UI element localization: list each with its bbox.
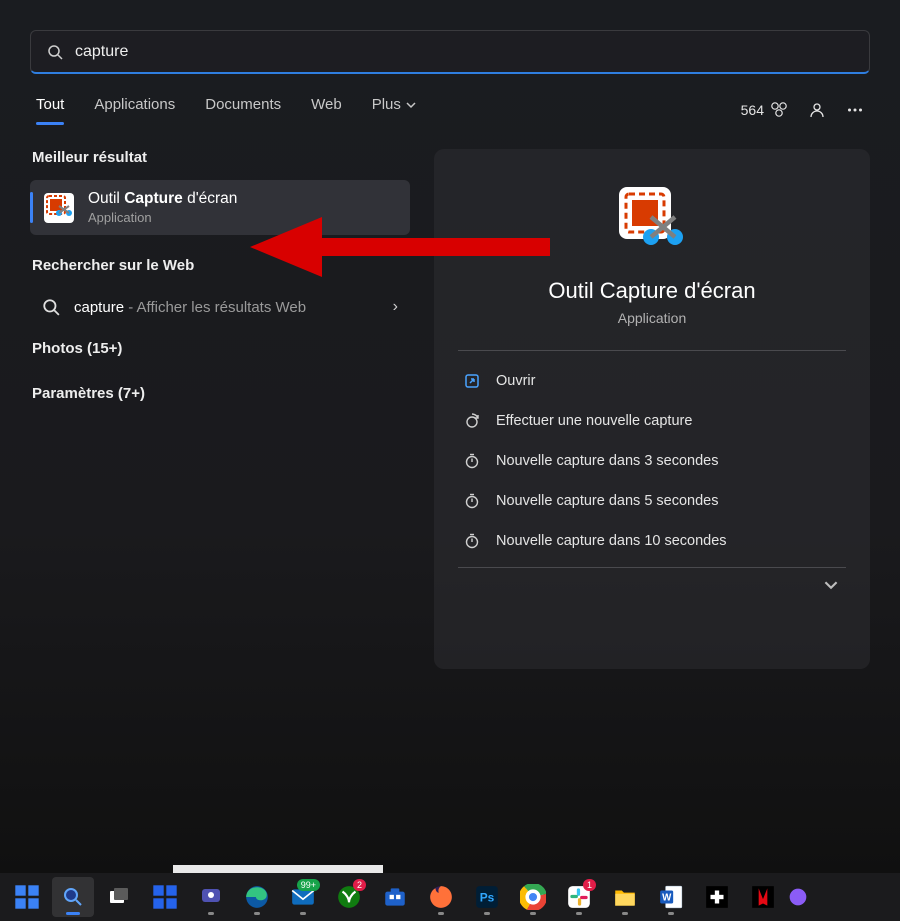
tab-all[interactable]: Tout [36,96,64,123]
action-capture-10s-label: Nouvelle capture dans 10 secondes [496,533,727,549]
windows-search-panel: Tout Applications Documents Web Plus 564 [0,0,900,880]
more-icon[interactable] [846,101,864,119]
web-search-item[interactable]: capture - Afficher les résultats Web › [30,288,410,326]
start-button[interactable] [6,877,48,917]
rewards-points[interactable]: 564 [741,101,788,119]
tab-web[interactable]: Web [311,96,342,123]
taskbar-netflix[interactable] [742,877,784,917]
taskbar-explorer[interactable] [604,877,646,917]
taskbar-search[interactable] [52,877,94,917]
svg-text:Ps: Ps [480,890,495,904]
taskbar-edge[interactable] [236,877,278,917]
taskbar-mail[interactable]: 99+ [282,877,324,917]
web-search-text: capture - Afficher les résultats Web [74,299,393,316]
rewards-icon [770,101,788,119]
capture-icon [462,411,482,431]
search-box[interactable] [30,30,870,74]
taskbar-app-o[interactable] [788,877,808,917]
category-photos[interactable]: Photos (15+) [30,326,410,371]
taskbar-widgets[interactable] [144,877,186,917]
chevron-down-icon[interactable] [820,574,842,601]
tab-documents[interactable]: Documents [205,96,281,123]
taskbar: 99+ 2 Ps 1 W [0,873,900,921]
action-capture-5s-label: Nouvelle capture dans 5 secondes [496,493,718,509]
snipping-tool-icon [42,191,76,225]
divider [458,350,846,351]
action-capture-10s[interactable]: Nouvelle capture dans 10 secondes [458,521,846,561]
best-result-heading: Meilleur résultat [32,149,410,166]
taskbar-photoshop[interactable]: Ps [466,877,508,917]
timer-5-icon [462,491,482,511]
tab-more-label: Plus [372,96,401,113]
search-input[interactable] [75,43,853,61]
detail-subtitle: Application [618,310,687,326]
taskbar-slack[interactable]: 1 [558,877,600,917]
taskbar-chat[interactable] [190,877,232,917]
web-heading: Rechercher sur le Web [32,257,410,274]
taskbar-taskview[interactable] [98,877,140,917]
open-icon [462,371,482,391]
action-capture-5s[interactable]: Nouvelle capture dans 5 secondes [458,481,846,521]
taskbar-word[interactable]: W [650,877,692,917]
taskbar-app-plus[interactable] [696,877,738,917]
best-result-item[interactable]: Outil Capture d'écran Application [30,180,410,235]
filter-tabs: Tout Applications Documents Web Plus 564 [30,96,870,123]
expand-row [458,567,846,607]
window-preview [173,865,383,873]
chevron-down-icon [406,100,416,110]
category-settings[interactable]: Paramètres (7+) [30,371,410,416]
taskbar-firefox[interactable] [420,877,462,917]
results-column: Meilleur résultat Outil Captur [30,149,410,669]
action-open[interactable]: Ouvrir [458,361,846,401]
search-icon [42,298,60,316]
action-capture-3s-label: Nouvelle capture dans 3 secondes [496,453,718,469]
search-icon [47,44,63,60]
timer-10-icon [462,531,482,551]
taskbar-chrome[interactable] [512,877,554,917]
taskbar-store[interactable] [374,877,416,917]
tab-more[interactable]: Plus [372,96,416,123]
chevron-right-icon: › [393,298,398,316]
timer-3-icon [462,451,482,471]
detail-panel: Outil Capture d'écran Application Ouvrir [434,149,870,669]
detail-title: Outil Capture d'écran [548,278,755,304]
action-new-capture[interactable]: Effectuer une nouvelle capture [458,401,846,441]
svg-text:W: W [662,892,672,903]
action-open-label: Ouvrir [496,373,535,389]
action-new-capture-label: Effectuer une nouvelle capture [496,413,692,429]
best-result-subtitle: Application [88,210,237,225]
tab-apps[interactable]: Applications [94,96,175,123]
snipping-tool-icon-large [617,185,687,260]
best-result-title: Outil Capture d'écran [88,190,237,208]
account-icon[interactable] [808,101,826,119]
action-capture-3s[interactable]: Nouvelle capture dans 3 secondes [458,441,846,481]
rewards-points-value: 564 [741,102,764,118]
taskbar-xbox[interactable]: 2 [328,877,370,917]
